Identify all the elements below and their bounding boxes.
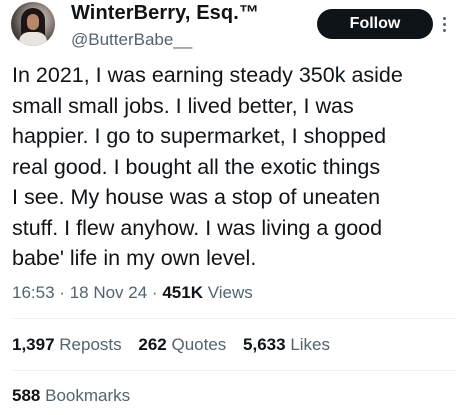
reposts-label: Reposts — [59, 335, 122, 354]
more-vertical-icon[interactable] — [434, 10, 454, 38]
engagement-stats: 1,397 Reposts 262 Quotes 5,633 Likes — [12, 335, 342, 355]
author-display-name[interactable]: WinterBerry, Esq.™ — [71, 2, 259, 25]
likes-label: Likes — [290, 335, 331, 354]
tweet-text-line: stuff. I flew anyhow. I was living a goo… — [12, 215, 383, 240]
tweet-date[interactable]: 18 Nov 24 — [70, 283, 148, 302]
quotes-stat[interactable]: 262 Quotes — [138, 335, 226, 355]
divider — [12, 370, 457, 371]
views-count: 451K — [162, 283, 203, 302]
likes-stat[interactable]: 5,633 Likes — [243, 335, 330, 355]
tweet-text-line: happier. I go to supermarket, I shopped — [12, 124, 387, 148]
meta-separator: · — [151, 283, 158, 302]
meta-separator: · — [59, 283, 65, 302]
tweet-text-line: babe' life in my own level. — [12, 246, 257, 270]
avatar-body — [19, 32, 47, 46]
tweet-text-line: real good. I bought all the exotic thing… — [12, 154, 381, 179]
quotes-count: 262 — [138, 335, 167, 354]
follow-button[interactable]: Follow — [317, 9, 433, 39]
dot — [442, 22, 446, 26]
tweet-text-line: In 2021, I was earning steady 350k aside — [12, 63, 403, 87]
dot — [442, 16, 446, 20]
tweet-header: WinterBerry, Esq.™ @ButterBabe__ Follow — [8, 2, 461, 52]
bookmarks-stat[interactable]: 588 Bookmarks — [12, 386, 130, 406]
views-label: Views — [207, 283, 253, 302]
reposts-count: 1,397 — [12, 335, 55, 354]
tweet-time[interactable]: 16:53 — [12, 283, 55, 302]
tweet-meta: 16:53 · 18 Nov 24 · 451K Views — [12, 283, 253, 303]
tweet-text-line: I see. My house was a stop of uneaten — [12, 185, 381, 209]
bookmarks-count: 588 — [12, 386, 41, 405]
quotes-label: Quotes — [171, 335, 227, 354]
author-handle[interactable]: @ButterBabe__ — [71, 30, 192, 50]
reposts-stat[interactable]: 1,397 Reposts — [12, 335, 122, 355]
tweet-text: In 2021, I was earning steady 350k aside… — [12, 60, 457, 274]
tweet-text-line: small small jobs. I lived better, I was — [12, 93, 354, 118]
bookmarks-label: Bookmarks — [45, 386, 131, 405]
dot — [442, 28, 446, 32]
avatar[interactable] — [11, 2, 55, 46]
avatar-face — [27, 14, 39, 30]
likes-count: 5,633 — [243, 335, 286, 354]
divider — [12, 318, 457, 319]
